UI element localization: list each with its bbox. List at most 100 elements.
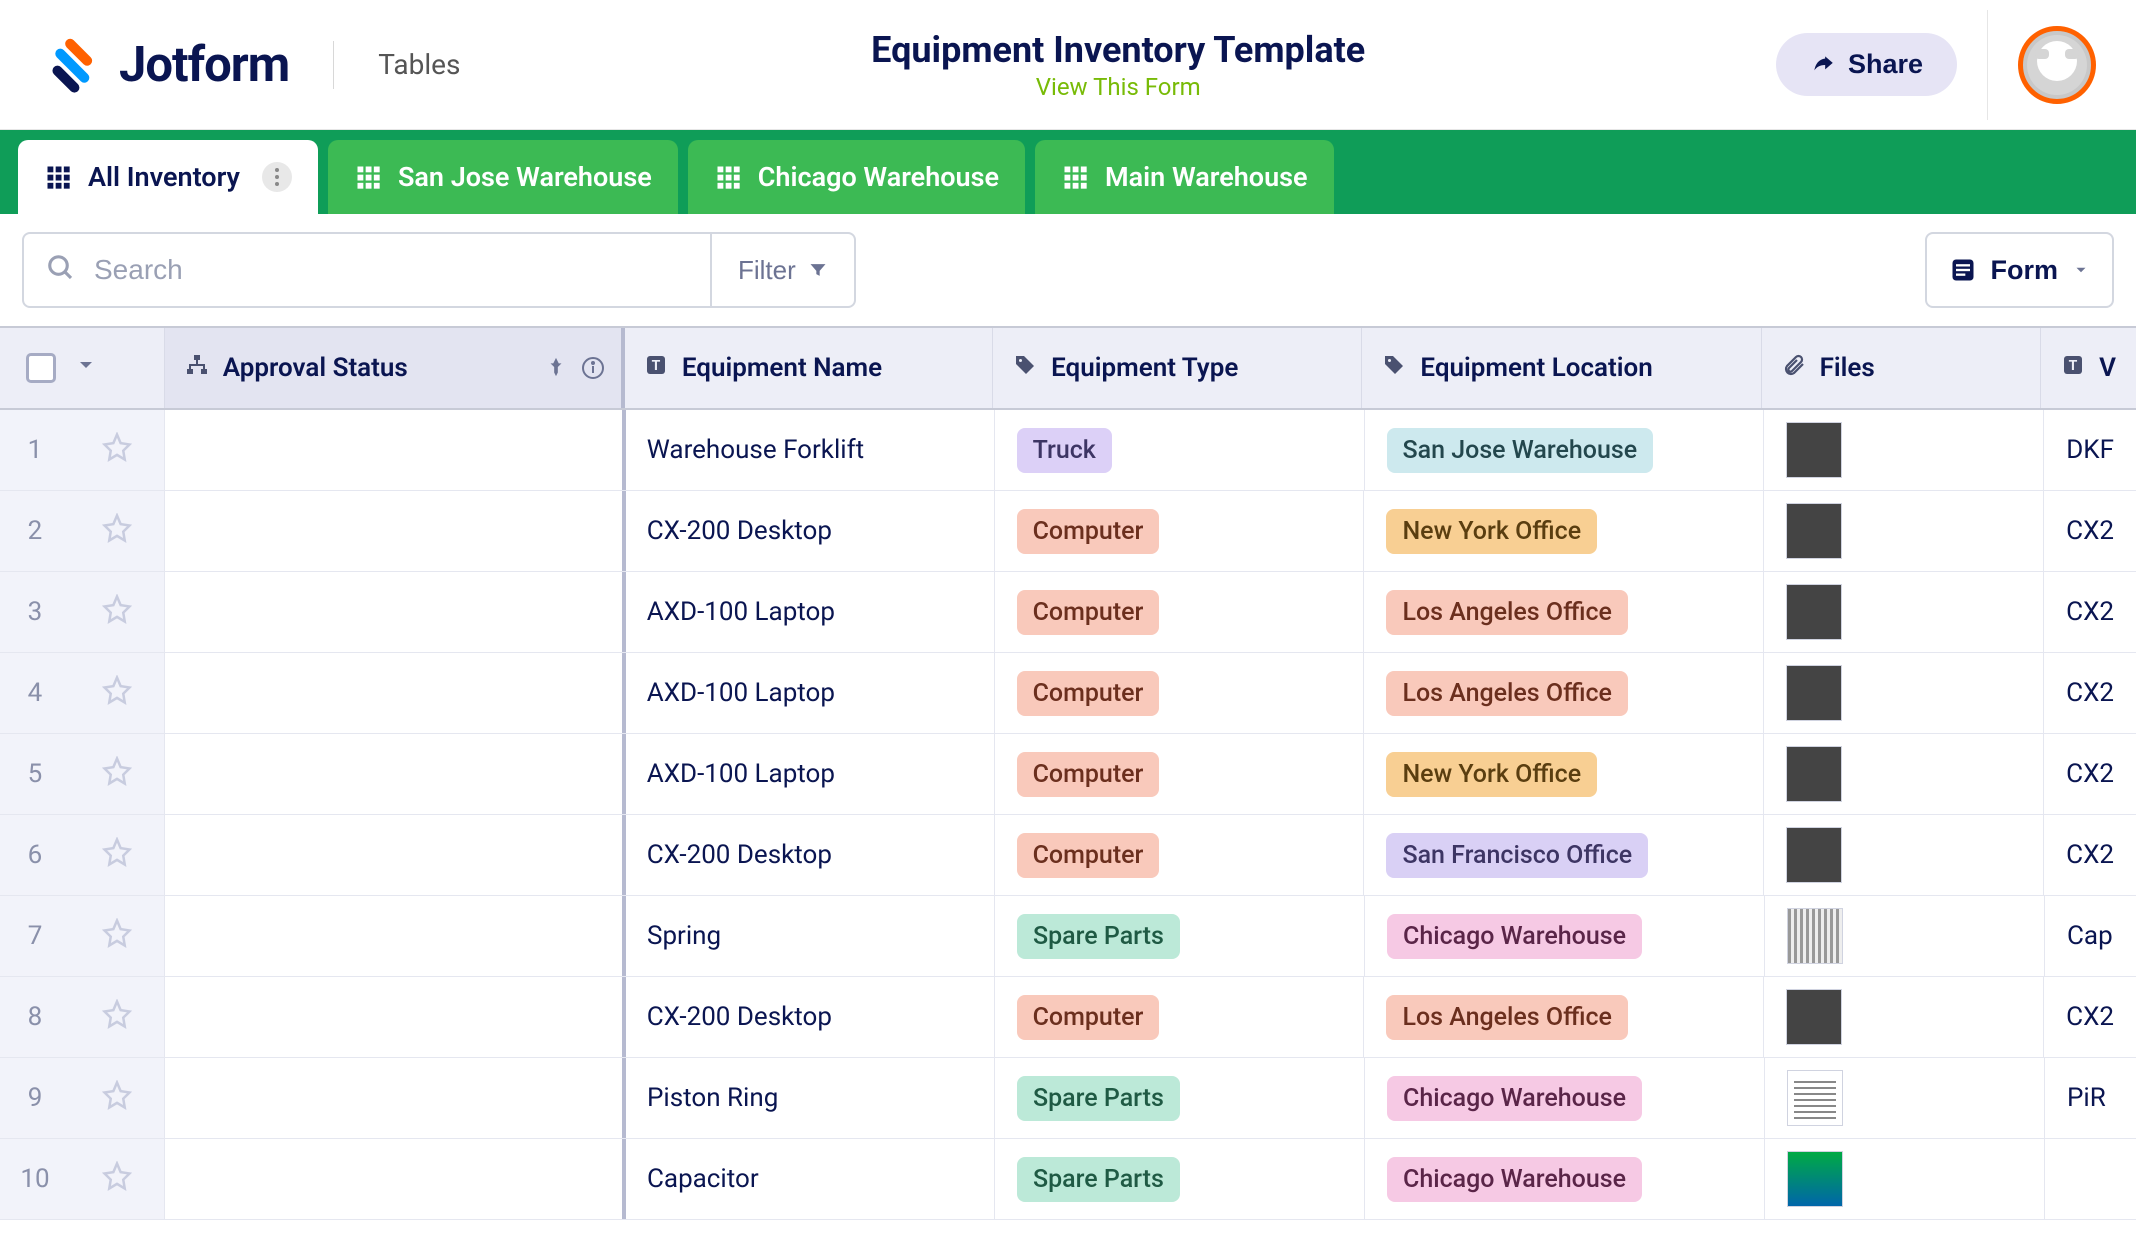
tab-more-icon[interactable]: [262, 162, 292, 192]
table-row[interactable]: 6CX-200 DesktopComputerSan Francisco Off…: [0, 815, 2136, 896]
star-button[interactable]: [70, 977, 165, 1057]
cell-name[interactable]: CX-200 Desktop: [625, 815, 995, 895]
cell-approval[interactable]: [165, 734, 625, 814]
cell-files[interactable]: [1764, 572, 2044, 652]
cell-location[interactable]: Chicago Warehouse: [1365, 1139, 1765, 1219]
cell-name[interactable]: CX-200 Desktop: [625, 977, 995, 1057]
tab-all-inventory[interactable]: All Inventory: [18, 140, 318, 214]
cell-type[interactable]: Computer: [995, 653, 1365, 733]
tab-chicago-warehouse[interactable]: Chicago Warehouse: [688, 140, 1025, 214]
star-button[interactable]: [70, 410, 165, 490]
col-equipment-name[interactable]: T Equipment Name: [624, 328, 993, 408]
star-button[interactable]: [70, 653, 165, 733]
table-row[interactable]: 3AXD-100 LaptopComputerLos Angeles Offic…: [0, 572, 2136, 653]
col-v[interactable]: T V: [2041, 328, 2136, 408]
cell-approval[interactable]: [165, 1139, 625, 1219]
cell-type[interactable]: Spare Parts: [995, 1058, 1365, 1138]
cell-files[interactable]: [1765, 1139, 2045, 1219]
chevron-down-icon[interactable]: [74, 353, 98, 384]
cell-files[interactable]: [1764, 734, 2044, 814]
cell-type[interactable]: Computer: [995, 491, 1365, 571]
tab-san-jose-warehouse[interactable]: San Jose Warehouse: [328, 140, 678, 214]
cell-location[interactable]: Los Angeles Office: [1364, 572, 1764, 652]
cell-approval[interactable]: [165, 977, 625, 1057]
col-files[interactable]: Files: [1762, 328, 2041, 408]
col-approval-status[interactable]: Approval Status: [165, 328, 624, 408]
search-input[interactable]: [94, 254, 688, 286]
cell-location[interactable]: San Jose Warehouse: [1365, 410, 1765, 490]
cell-v[interactable]: PiR: [2045, 1058, 2136, 1138]
cell-v[interactable]: CX2: [2044, 572, 2136, 652]
cell-v[interactable]: CX2: [2044, 653, 2136, 733]
cell-type[interactable]: Computer: [995, 572, 1365, 652]
star-button[interactable]: [70, 734, 165, 814]
table-row[interactable]: 10CapacitorSpare PartsChicago Warehouse: [0, 1139, 2136, 1220]
tab-main-warehouse[interactable]: Main Warehouse: [1035, 140, 1334, 214]
cell-name[interactable]: Capacitor: [625, 1139, 995, 1219]
cell-files[interactable]: [1764, 977, 2044, 1057]
star-button[interactable]: [70, 1058, 165, 1138]
form-view-button[interactable]: Form: [1925, 232, 2115, 308]
table-row[interactable]: 9Piston RingSpare PartsChicago Warehouse…: [0, 1058, 2136, 1139]
cell-type[interactable]: Computer: [995, 815, 1365, 895]
cell-name[interactable]: Spring: [625, 896, 995, 976]
cell-name[interactable]: AXD-100 Laptop: [625, 572, 995, 652]
cell-approval[interactable]: [165, 572, 625, 652]
table-row[interactable]: 5AXD-100 LaptopComputerNew York OfficeCX…: [0, 734, 2136, 815]
table-row[interactable]: 4AXD-100 LaptopComputerLos Angeles Offic…: [0, 653, 2136, 734]
cell-type[interactable]: Spare Parts: [995, 1139, 1365, 1219]
cell-v[interactable]: CX2: [2044, 977, 2136, 1057]
col-equipment-type[interactable]: Equipment Type: [993, 328, 1362, 408]
cell-approval[interactable]: [165, 896, 625, 976]
view-form-link[interactable]: View This Form: [1036, 73, 1201, 101]
search-wrap[interactable]: [22, 232, 712, 308]
cell-approval[interactable]: [165, 410, 625, 490]
cell-approval[interactable]: [165, 1058, 625, 1138]
cell-files[interactable]: [1765, 896, 2045, 976]
col-equipment-location[interactable]: Equipment Location: [1362, 328, 1761, 408]
cell-type[interactable]: Computer: [995, 734, 1365, 814]
cell-v[interactable]: CX2: [2044, 734, 2136, 814]
select-all-checkbox[interactable]: [26, 353, 56, 383]
cell-files[interactable]: [1764, 410, 2044, 490]
cell-approval[interactable]: [165, 491, 625, 571]
cell-type[interactable]: Spare Parts: [995, 896, 1365, 976]
col-select[interactable]: [0, 328, 165, 408]
cell-v[interactable]: DKF: [2044, 410, 2136, 490]
cell-approval[interactable]: [165, 653, 625, 733]
cell-location[interactable]: New York Office: [1364, 491, 1764, 571]
star-button[interactable]: [70, 896, 165, 976]
cell-type[interactable]: Truck: [995, 410, 1365, 490]
cell-v[interactable]: CX2: [2044, 491, 2136, 571]
cell-name[interactable]: Warehouse Forklift: [625, 410, 995, 490]
pin-icon[interactable]: [545, 356, 567, 378]
cell-files[interactable]: [1764, 815, 2044, 895]
cell-approval[interactable]: [165, 815, 625, 895]
table-row[interactable]: 2CX-200 DesktopComputerNew York OfficeCX…: [0, 491, 2136, 572]
cell-files[interactable]: [1764, 653, 2044, 733]
cell-name[interactable]: Piston Ring: [625, 1058, 995, 1138]
table-row[interactable]: 1Warehouse ForkliftTruckSan Jose Warehou…: [0, 410, 2136, 491]
cell-location[interactable]: Chicago Warehouse: [1365, 896, 1765, 976]
share-button[interactable]: Share: [1776, 33, 1957, 96]
cell-location[interactable]: New York Office: [1364, 734, 1764, 814]
cell-type[interactable]: Computer: [995, 977, 1365, 1057]
cell-files[interactable]: [1765, 1058, 2045, 1138]
info-icon[interactable]: [581, 356, 605, 380]
cell-v[interactable]: CX2: [2044, 815, 2136, 895]
star-button[interactable]: [70, 815, 165, 895]
cell-location[interactable]: San Francisco Office: [1364, 815, 1764, 895]
cell-location[interactable]: Los Angeles Office: [1364, 653, 1764, 733]
cell-location[interactable]: Los Angeles Office: [1364, 977, 1764, 1057]
table-row[interactable]: 8CX-200 DesktopComputerLos Angeles Offic…: [0, 977, 2136, 1058]
cell-files[interactable]: [1764, 491, 2044, 571]
avatar[interactable]: [2018, 26, 2096, 104]
cell-v[interactable]: Cap: [2045, 896, 2136, 976]
cell-name[interactable]: AXD-100 Laptop: [625, 653, 995, 733]
cell-name[interactable]: AXD-100 Laptop: [625, 734, 995, 814]
table-row[interactable]: 7SpringSpare PartsChicago WarehouseCap: [0, 896, 2136, 977]
star-button[interactable]: [70, 572, 165, 652]
filter-button[interactable]: Filter: [712, 232, 856, 308]
star-button[interactable]: [70, 1139, 165, 1219]
cell-v[interactable]: [2045, 1139, 2136, 1219]
